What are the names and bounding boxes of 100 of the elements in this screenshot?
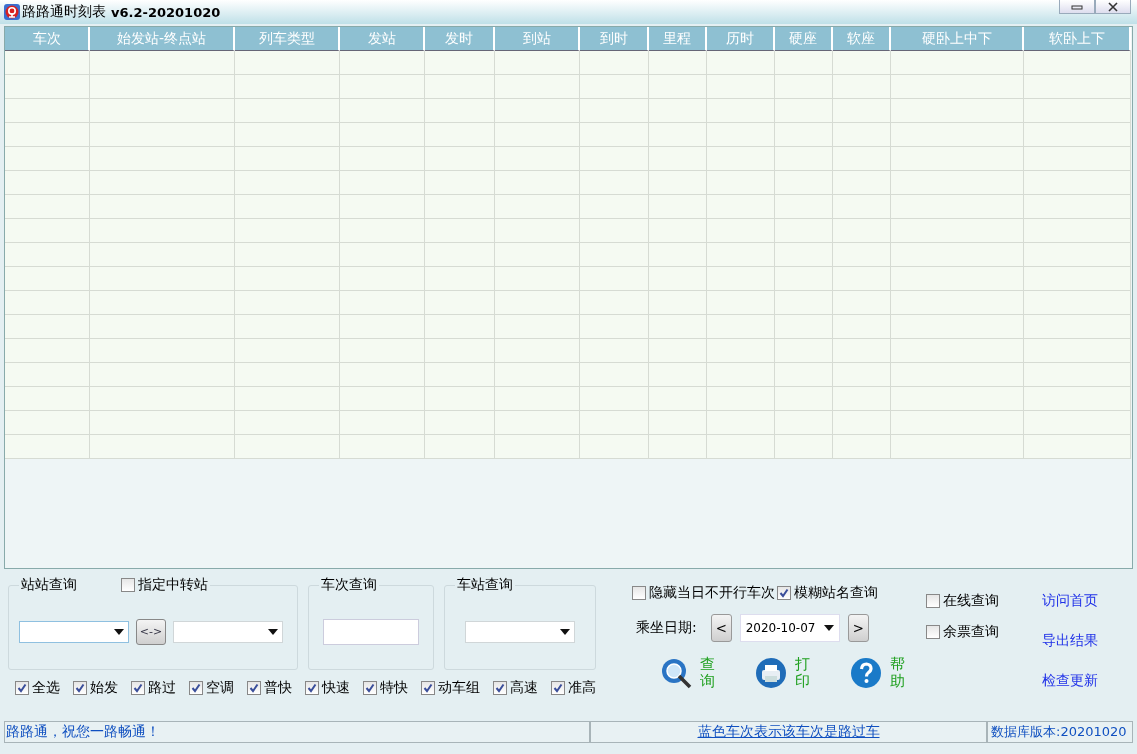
table-cell [775,195,833,219]
table-cell [833,363,891,387]
table-cell [580,75,649,99]
checkbox[interactable] [551,681,565,695]
table-cell [833,339,891,363]
group-title: 车站查询 [457,576,513,594]
table-cell [707,99,775,123]
table-cell [775,411,833,435]
table-cell [425,75,495,99]
checkbox[interactable] [189,681,203,695]
table-cell [649,195,707,219]
checkbox-label[interactable]: 动车组 [438,679,480,697]
checkbox[interactable] [305,681,319,695]
checkbox-label[interactable]: 始发 [90,679,118,697]
table-cell [707,291,775,315]
checkbox-label[interactable]: 准高 [568,679,596,697]
checkbox-label[interactable]: 特快 [380,679,408,697]
table-cell [833,99,891,123]
dropdown-field[interactable] [465,620,575,643]
table-cell [775,339,833,363]
table-cell [833,75,891,99]
checkbox[interactable] [777,586,791,600]
table-cell [707,123,775,147]
checkbox[interactable] [121,578,135,592]
checkbox-label[interactable]: 全选 [32,679,60,697]
table-cell [649,99,707,123]
table-cell [580,291,649,315]
next-day-button[interactable]: > [847,614,869,642]
link[interactable]: 导出结果 [1042,632,1098,650]
checkbox-label[interactable]: 隐藏当日不开行车次 [649,584,775,602]
dropdown-arrow-icon [268,628,278,635]
table-cell [775,147,833,171]
checkbox[interactable] [493,681,507,695]
checkbox-label[interactable]: 高速 [510,679,538,697]
table-cell [649,75,707,99]
table-cell [425,147,495,171]
table-cell [707,363,775,387]
table-cell [580,363,649,387]
link[interactable]: 检查更新 [1042,672,1098,690]
table-cell [649,315,707,339]
checkbox-label[interactable]: 在线查询 [943,592,999,610]
table-cell [425,195,495,219]
version-text: v6.2-20201020 [111,4,221,20]
checkbox-label[interactable]: 空调 [206,679,234,697]
table-cell [649,435,707,459]
checkbox[interactable] [926,625,940,639]
checkbox-label[interactable]: 余票查询 [943,623,999,641]
table-cell [425,315,495,339]
dropdown-field[interactable] [19,620,129,643]
table-cell [649,411,707,435]
date-picker[interactable]: 2020-10-07 [739,614,840,642]
checkbox-label[interactable]: 指定中转站 [138,576,208,594]
table-cell [833,219,891,243]
checkbox-label[interactable]: 快速 [322,679,350,697]
table-cell [425,363,495,387]
checkbox[interactable] [926,594,940,608]
table-cell [775,435,833,459]
table-cell [649,339,707,363]
table-cell [775,51,833,75]
table-cell [649,51,707,75]
previous-day-button[interactable]: < [710,614,732,642]
checkbox-label[interactable]: 路过 [148,679,176,697]
close-button[interactable] [1095,0,1131,14]
table-cell [580,123,649,147]
table-cell [580,219,649,243]
checkbox-label[interactable]: 普快 [264,679,292,697]
checkbox[interactable] [73,681,87,695]
checkbox[interactable] [363,681,377,695]
checkbox[interactable] [632,586,646,600]
table-cell [775,99,833,123]
dropdown-field[interactable] [173,620,283,643]
checkbox[interactable] [131,681,145,695]
table-cell [580,339,649,363]
table-cell [580,195,649,219]
table-cell [425,387,495,411]
table-cell [649,387,707,411]
table-cell [775,267,833,291]
table-cell [775,387,833,411]
table-cell [649,363,707,387]
table-cell [425,99,495,123]
table-cell [425,51,495,75]
table-cell [649,267,707,291]
table-cell [580,315,649,339]
table-cell [707,195,775,219]
table-cell [775,171,833,195]
dropdown-arrow-icon [560,628,570,635]
checkbox[interactable] [15,681,29,695]
swap-button[interactable]: <-> [136,618,166,645]
input-field[interactable] [323,618,419,645]
checkbox-label[interactable]: 模糊站名查询 [794,584,878,602]
table-cell [425,219,495,243]
window-title: 路路通时刻表 [22,3,106,21]
table-cell [707,435,775,459]
table-cell [707,147,775,171]
checkbox[interactable] [247,681,261,695]
link[interactable]: 访问首页 [1042,592,1098,610]
table-cell [833,267,891,291]
table-cell [425,339,495,363]
hint-link[interactable]: 蓝色车次表示该车次是路过车 [697,723,880,741]
checkbox[interactable] [421,681,435,695]
